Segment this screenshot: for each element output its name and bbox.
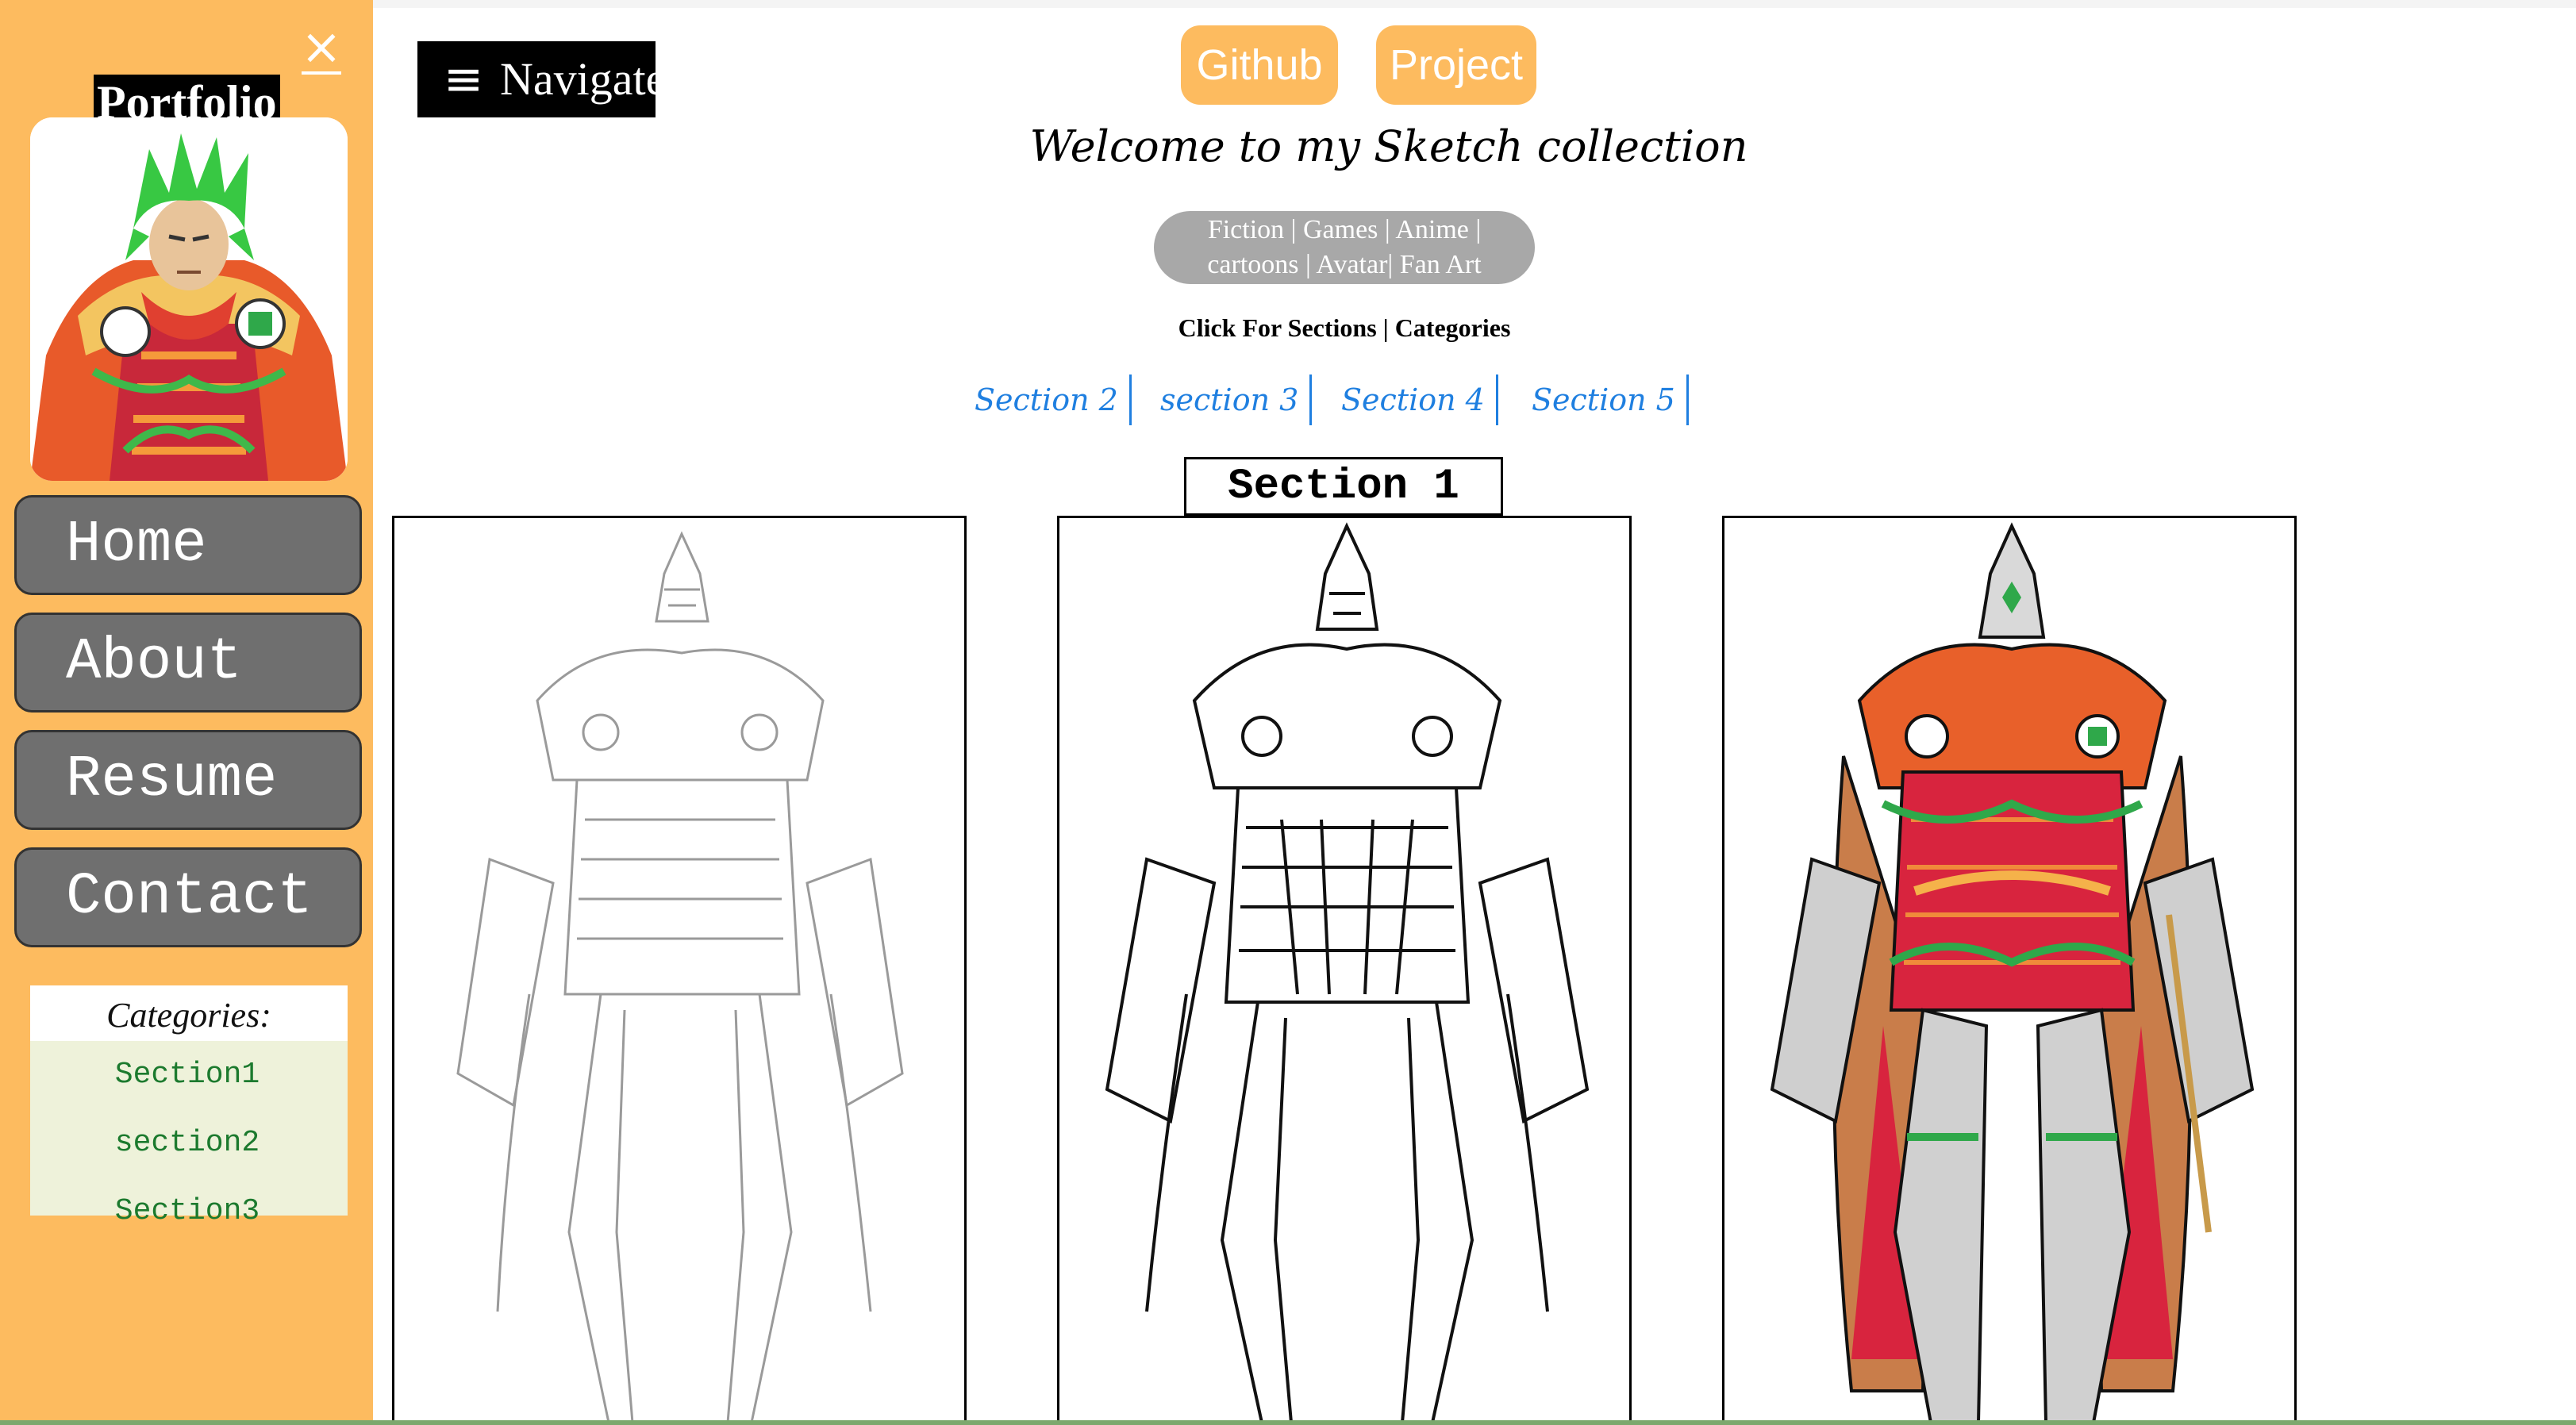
category-link-section3[interactable]: Section3 [27,1177,348,1246]
genre-tags-line-2: cartoons | Avatar| Fan Art [1207,250,1482,279]
category-link-section2[interactable]: section2 [27,1109,348,1177]
inked-lineart-illustration [1105,522,1590,1423]
genre-tags-line-1: Fiction | Games | Anime | [1207,215,1482,244]
section-4-link[interactable]: Section 4 [1341,374,1498,425]
welcome-heading: Welcome to my Sketch collection [1029,121,1748,171]
section-2-link[interactable]: Section 2 [975,374,1132,425]
nav-about-button[interactable]: About [14,613,362,712]
section-5-link[interactable]: Section 5 [1532,374,1689,425]
categories-title: Categories: [30,985,348,1041]
avatar [30,117,348,481]
section-1-heading: Section 1 [1184,457,1503,516]
github-button[interactable]: Github [1181,25,1338,105]
navigate-label: Navigate [500,53,667,105]
project-button[interactable]: Project [1376,25,1536,105]
category-link-section1[interactable]: Section1 [27,1041,348,1109]
section-3-link[interactable]: section 3 [1160,374,1313,425]
avatar-illustration [30,117,348,481]
gallery-image-colored[interactable] [1722,516,2297,1425]
gallery-image-inked-lineart[interactable] [1057,516,1632,1425]
window-bottom-edge [0,1420,2576,1425]
gallery-image-pencil-sketch[interactable] [392,516,967,1425]
categories-panel: Categories: Section1 section2 Section3 [27,985,348,1228]
pencil-sketch-illustration [456,531,904,1423]
colored-armor-illustration [1770,522,2255,1424]
nav-home-button[interactable]: Home [14,495,362,595]
sidebar: × Portfolio Home About Resume Contact Ca… [0,0,373,1425]
nav-resume-button[interactable]: Resume [14,730,362,830]
hamburger-menu-icon: ≡ [443,52,484,107]
window-top-edge [0,0,2576,8]
nav-contact-button[interactable]: Contact [14,847,362,947]
sections-caption: Click For Sections | Categories [1178,313,1511,342]
close-icon[interactable]: × [300,19,343,75]
navigate-button[interactable]: ≡ Navigate [417,41,666,117]
genre-tags-pill[interactable]: Fiction | Games | Anime | cartoons | Ava… [1154,211,1535,284]
